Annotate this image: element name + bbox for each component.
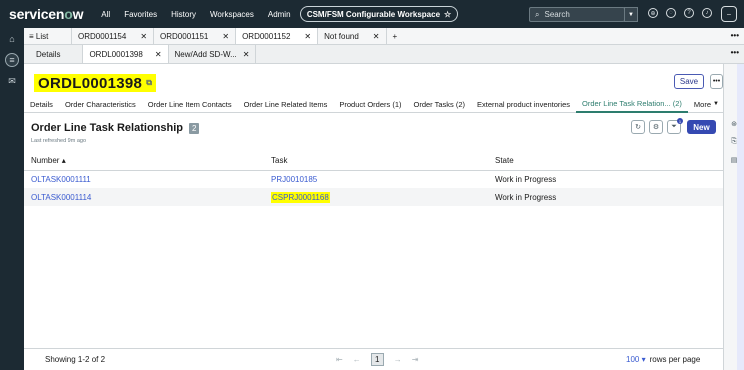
refresh-icon[interactable]: ↻ (631, 120, 645, 134)
row-state: Work in Progress (495, 174, 557, 184)
row-number-link[interactable]: OLTASK0001114 (31, 193, 91, 202)
rows-per-page: 100 ▾ rows per page (626, 355, 700, 364)
tab-order-tasks[interactable]: Order Tasks (2) (408, 96, 472, 113)
list-footer: Showing 1-2 of 2 ⇤ ← 1 → ⇥ 100 ▾ rows pe… (24, 348, 723, 370)
tab-ord0001151[interactable]: ORD0001151 ✕ (154, 28, 237, 44)
related-list-title: Order Line Task Relationship (31, 122, 183, 134)
more-tabs-button[interactable]: ••• (731, 31, 739, 40)
first-page-icon[interactable]: ⇤ (336, 355, 343, 364)
copy-icon[interactable]: ⧉ (146, 78, 152, 88)
pagination: ⇤ ← 1 → ⇥ (336, 353, 418, 366)
chat-icon[interactable]: ◌ (666, 8, 676, 18)
header-icons: ⊕ ◌ ? ♪ (648, 8, 712, 18)
tab-more[interactable]: More ▼ (688, 96, 725, 113)
related-list-table: Number ▴ Task State OLTASK0001111 PRJ001… (24, 152, 723, 206)
globe-icon[interactable]: ⊕ (648, 8, 658, 18)
close-icon[interactable]: ✕ (222, 32, 229, 41)
nav-admin[interactable]: Admin (268, 10, 291, 19)
showing-count: Showing 1-2 of 2 (45, 355, 106, 364)
search-scope-dropdown[interactable]: ▼ (624, 7, 638, 22)
table-row: OLTASK0001111 PRJ0010185 Work in Progres… (24, 170, 723, 188)
row-task-link[interactable]: PRJ0010185 (271, 175, 317, 184)
form-menu-button[interactable]: ••• (710, 74, 723, 89)
subtab-ordl0001398[interactable]: ORDL0001398 ✕ (83, 45, 169, 63)
inbox-icon[interactable]: ✉ (5, 74, 19, 88)
tab-ord0001152[interactable]: ORD0001152 ✕ (236, 28, 319, 44)
servicenow-logo[interactable]: servicenow (9, 6, 83, 22)
tab-ord0001154[interactable]: ORD0001154 ✕ (72, 28, 155, 44)
table-row: OLTASK0001114 CSPRJ0001168 Work in Progr… (24, 188, 723, 206)
sub-tabs: Details ORDL0001398 ✕ New/Add SD-W... ✕ ••… (24, 45, 744, 64)
tab-details[interactable]: Details (24, 96, 59, 113)
nav-workspaces[interactable]: Workspaces (210, 10, 254, 19)
add-tab-button[interactable]: + (387, 28, 404, 44)
close-icon[interactable]: ✕ (155, 50, 162, 59)
tab-order-line-task-relationship[interactable]: Order Line Task Relation... (2) (576, 96, 688, 113)
plus-icon: + (392, 31, 398, 41)
close-icon[interactable]: ✕ (243, 50, 250, 59)
record-content: ORDL0001398 ⧉ Save ••• Details Order Cha… (24, 64, 723, 370)
last-refreshed: Last refreshed 9m ago (31, 138, 87, 144)
next-page-icon[interactable]: → (394, 355, 402, 364)
global-search-input[interactable]: ⌕ Search (529, 7, 625, 22)
filter-icon[interactable]: ⏷ 1 (667, 118, 683, 134)
notifications-icon[interactable]: ♪ (702, 8, 712, 18)
tab-product-orders[interactable]: Product Orders (1) (333, 96, 407, 113)
scrollbar[interactable] (737, 64, 744, 370)
workspace-scope-pill[interactable]: CSM/FSM Configurable Workspace ☆ (300, 6, 458, 22)
main-nav: All Favorites History Workspaces Admin (101, 10, 290, 19)
related-list-toolbar: ↻ ⚙ ⏷ 1 New (631, 118, 716, 134)
more-icon: ••• (712, 78, 721, 85)
nav-all[interactable]: All (101, 10, 110, 19)
star-icon[interactable]: ☆ (444, 10, 451, 19)
tab-not-found[interactable]: Not found ✕ (318, 28, 387, 44)
help-icon[interactable]: ? (684, 8, 694, 18)
row-number-link[interactable]: OLTASK0001111 (31, 175, 91, 184)
tab-external-product-inventories[interactable]: External product inventories (471, 96, 576, 113)
nav-favorites[interactable]: Favorites (124, 10, 157, 19)
nav-history[interactable]: History (171, 10, 196, 19)
settings-icon[interactable]: ⚙ (649, 120, 663, 134)
column-state[interactable]: State (495, 152, 723, 171)
column-number[interactable]: Number ▴ (24, 152, 271, 171)
row-state: Work in Progress (495, 188, 723, 206)
search-placeholder: Search (544, 10, 570, 19)
save-button[interactable]: Save (674, 74, 704, 89)
subtab-details[interactable]: Details (24, 45, 84, 63)
column-task[interactable]: Task (271, 152, 495, 171)
list-icon: ≡ (29, 31, 36, 41)
related-list-header: Order Line Task Relationship 2 (31, 122, 200, 134)
scope-label: CSM/FSM Configurable Workspace (306, 9, 441, 19)
filter-count-badge: 1 (677, 118, 683, 124)
tab-order-characteristics[interactable]: Order Characteristics (59, 96, 142, 113)
rows-per-page-select[interactable]: 100 ▾ (626, 355, 646, 364)
count-badge: 2 (189, 122, 200, 134)
close-icon[interactable]: ✕ (304, 32, 311, 41)
prev-page-icon[interactable]: ← (353, 355, 361, 364)
user-avatar[interactable]: – (721, 6, 737, 22)
close-icon[interactable]: ✕ (373, 32, 380, 41)
home-icon[interactable]: ⌂ (5, 32, 19, 46)
last-page-icon[interactable]: ⇥ (412, 355, 419, 364)
more-subtabs-button[interactable]: ••• (731, 48, 739, 57)
sort-asc-icon: ▴ (61, 156, 66, 166)
row-task-link[interactable]: CSPRJ0001168 (271, 191, 330, 203)
rows-per-page-label: rows per page (649, 355, 701, 364)
page-number[interactable]: 1 (370, 353, 384, 366)
tab-list[interactable]: ≡ List (24, 28, 72, 44)
list-icon[interactable]: ≡ (5, 53, 19, 67)
subtab-new-add-sdw[interactable]: New/Add SD-W... ✕ (169, 45, 257, 63)
tab-order-line-related-items[interactable]: Order Line Related Items (238, 96, 334, 113)
record-tabs: Details Order Characteristics Order Line… (24, 96, 723, 113)
top-header: servicenow All Favorites History Workspa… (0, 0, 744, 28)
caret-down-icon: ▼ (713, 101, 719, 107)
search-icon: ⌕ (535, 9, 540, 19)
close-icon[interactable]: ✕ (140, 32, 147, 41)
record-title: ORDL0001398 ⧉ (34, 74, 157, 92)
new-button[interactable]: New (687, 120, 716, 134)
left-sidebar: ⌂ ≡ ✉ (0, 28, 24, 370)
tab-order-line-item-contacts[interactable]: Order Line Item Contacts (142, 96, 238, 113)
workspace-tabs: ≡ List ORD0001154 ✕ ORD0001151 ✕ ORD000115… (24, 28, 744, 45)
